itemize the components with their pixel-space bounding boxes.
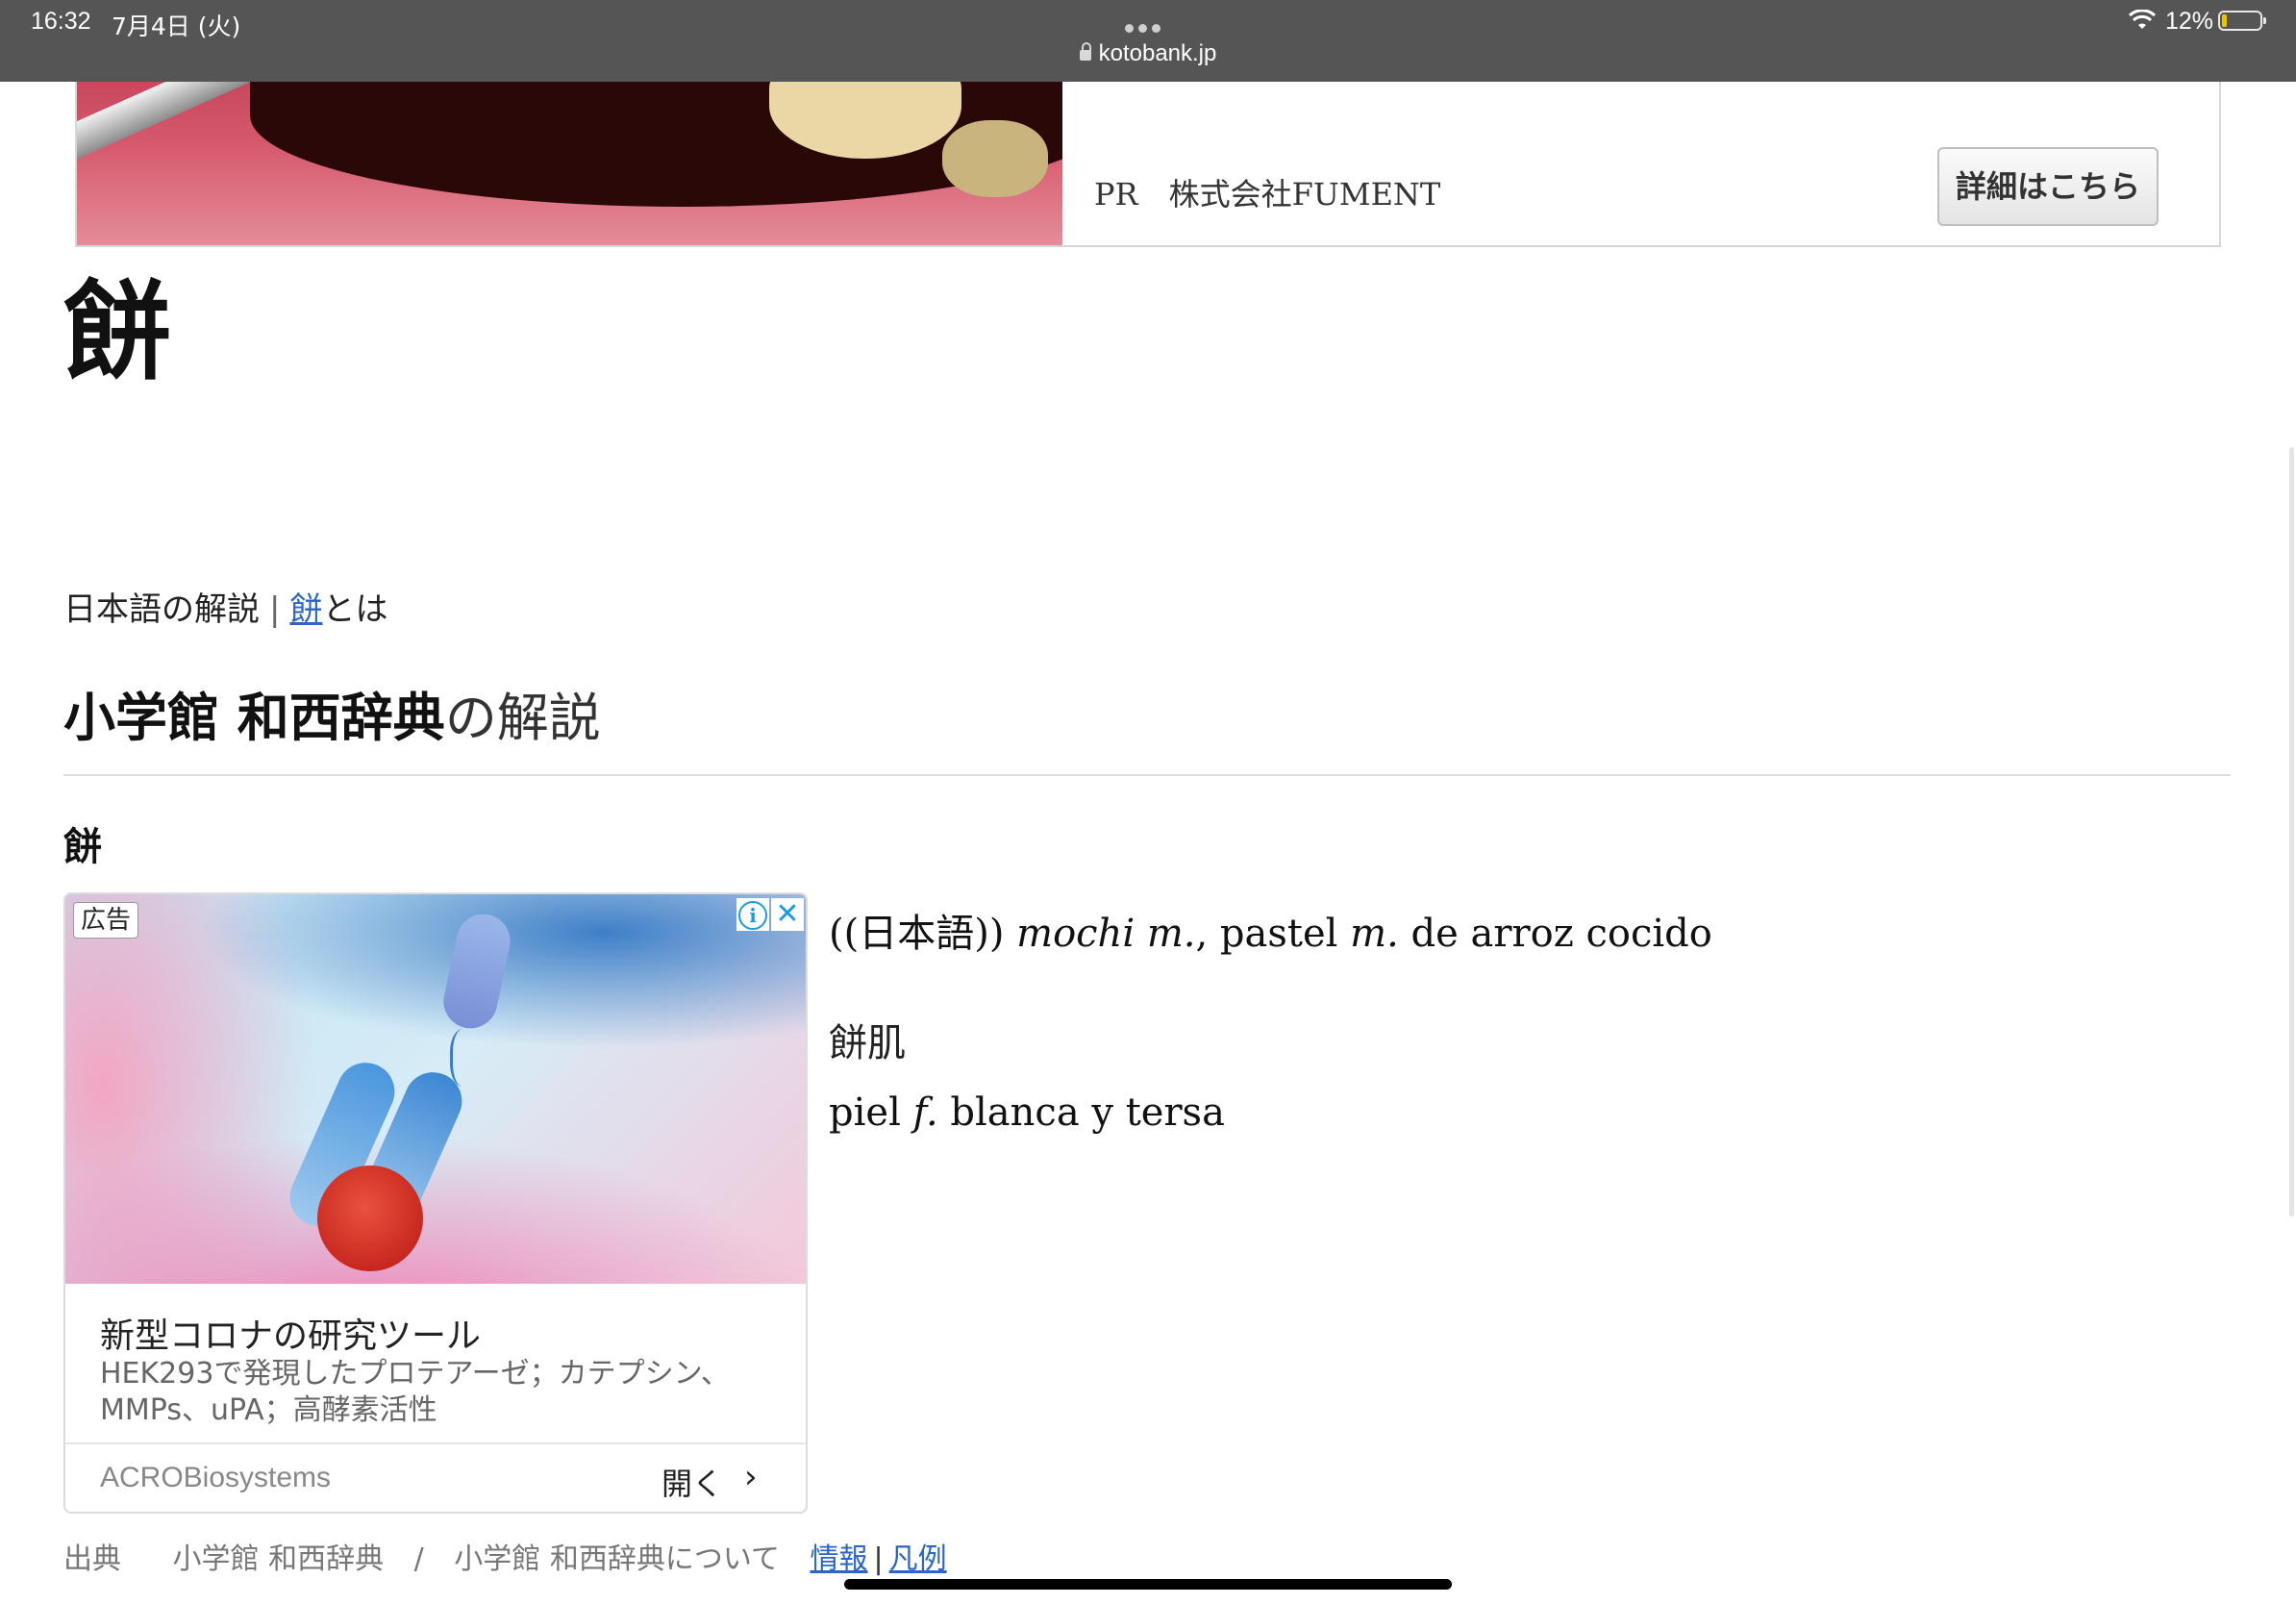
scrollbar[interactable]: [2289, 447, 2294, 1216]
subentry-pre: piel: [829, 1090, 901, 1135]
more-dots-icon[interactable]: [1125, 18, 1165, 37]
ad-close-icon[interactable]: ✕: [771, 898, 804, 931]
page-title: 餅: [63, 269, 171, 395]
inline-ad[interactable]: 広告 i ✕ 新型コロナの研究ツール HEK293で発現したプロテアーゼ；カテプ…: [63, 892, 808, 1514]
section-divider: [63, 774, 2231, 776]
chevron-right-icon[interactable]: ›: [744, 1458, 758, 1496]
source-name: 小学館 和西辞典: [172, 1542, 385, 1576]
definition-text: ((日本語)) mochi m., pastel m. de arroz coc…: [829, 902, 1712, 958]
source-heading: 小学館 和西辞典の解説: [63, 675, 601, 751]
breadcrumb-prefix: 日本語の解説: [63, 590, 260, 629]
definition-sep: , pastel: [1195, 912, 1338, 956]
gender-marker: m.: [1350, 912, 1399, 956]
wifi-icon: [2129, 10, 2156, 29]
term-mochi: mochi: [1016, 912, 1136, 956]
dictionary-name: 小学館 和西辞典: [63, 688, 445, 748]
source-credit: 出典 小学館 和西辞典 / 小学館 和西辞典について 情報 | 凡例: [63, 1535, 947, 1577]
link-separator: |: [873, 1542, 884, 1576]
ad-open-button[interactable]: 開く: [661, 1460, 723, 1504]
top-ad-banner[interactable]: PR 株式会社FUMENT 詳細はこちら: [75, 82, 2221, 247]
battery-percent: 12%: [2165, 8, 2214, 35]
breadcrumb-separator: |: [269, 590, 281, 629]
breadcrumb: 日本語の解説 | 餅とは: [63, 583, 387, 630]
status-time: 16:32: [31, 8, 91, 35]
battery-icon: [2218, 11, 2266, 31]
language-tag: ((日本語)): [829, 912, 1005, 956]
legend-link[interactable]: 凡例: [889, 1542, 947, 1576]
home-indicator[interactable]: [844, 1579, 1452, 1590]
source-about: 小学館 和西辞典について: [454, 1542, 780, 1576]
ad-image-dental[interactable]: [77, 82, 1062, 245]
ad-headline[interactable]: 新型コロナの研究ツール: [100, 1308, 481, 1358]
ad-footer-divider: [65, 1442, 806, 1444]
breadcrumb-suffix: とは: [322, 590, 388, 629]
source-heading-suffix: の解説: [444, 688, 601, 748]
lock-icon: [1079, 42, 1091, 61]
page: 16:32 7月4日 (火) kotobank.jp 12% PR 株式会社FU…: [0, 0, 2296, 1604]
ad-info-icon[interactable]: i: [736, 898, 769, 931]
ad-sponsor: PR 株式会社FUMENT: [1094, 176, 1441, 213]
source-slash: /: [413, 1542, 424, 1576]
definition-rest: de arroz cocido: [1410, 912, 1712, 956]
subentry-post: blanca y tersa: [950, 1090, 1225, 1135]
subentry-word: 餅肌: [829, 1021, 906, 1065]
browser-status-bar: 16:32 7月4日 (火) kotobank.jp 12%: [0, 0, 2296, 82]
subentry-definition: piel f. blanca y tersa: [829, 1090, 1225, 1135]
breadcrumb-word-link[interactable]: 餅: [289, 590, 322, 629]
gender-marker: f.: [912, 1090, 938, 1135]
ad-visual-antibody[interactable]: [65, 894, 806, 1284]
status-date: 7月4日 (火): [112, 13, 241, 40]
address-bar[interactable]: kotobank.jp: [0, 40, 2296, 67]
ad-detail-button[interactable]: 詳細はこちら: [1937, 147, 2159, 226]
entry-headword: 餅: [63, 825, 102, 869]
ad-label-badge: 広告: [73, 902, 139, 939]
ad-body: HEK293で発現したプロテアーゼ；カテプシン、MMPs、uPA；高酵素活性: [100, 1357, 730, 1427]
ad-advertiser: ACROBiosystems: [100, 1462, 332, 1493]
url-text: kotobank.jp: [1098, 40, 1217, 66]
info-link[interactable]: 情報: [810, 1542, 867, 1576]
source-label: 出典: [63, 1542, 121, 1576]
gender-marker: m.: [1146, 912, 1196, 956]
